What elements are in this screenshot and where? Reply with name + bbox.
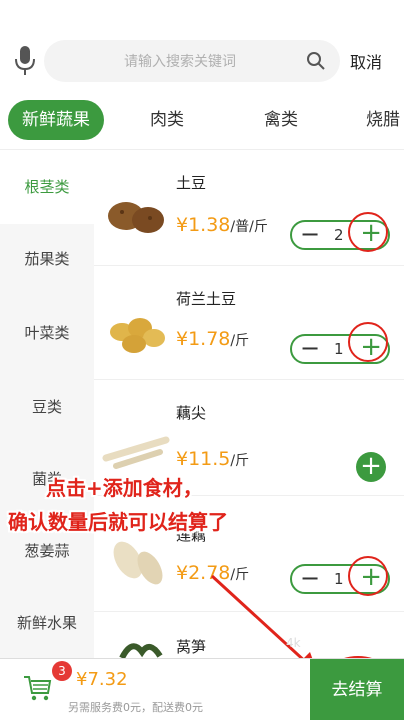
product-unit: /普/斤 bbox=[230, 219, 268, 235]
dutch-potato-image bbox=[110, 318, 165, 353]
tab-meat[interactable]: 肉类 bbox=[150, 100, 184, 140]
quantity-value: 2 bbox=[334, 226, 344, 244]
product-unit: /斤 bbox=[230, 567, 250, 583]
search-placeholder: 请输入搜索关键词 bbox=[124, 54, 236, 70]
fee-note: 另需服务费0元，配送费0元 bbox=[68, 701, 203, 714]
add-to-cart-button[interactable]: + bbox=[356, 452, 386, 482]
product-item[interactable]: 莴笋 bbox=[94, 612, 404, 658]
cart-total: ¥7.32 bbox=[76, 669, 128, 690]
decrease-button[interactable]: − bbox=[300, 334, 320, 362]
tab-poultry[interactable]: 禽类 bbox=[264, 100, 298, 140]
checkout-button[interactable]: 去结算 bbox=[310, 659, 404, 720]
potato-image bbox=[108, 202, 164, 233]
search-header: 请输入搜索关键词 取消 bbox=[0, 0, 404, 92]
product-item[interactable]: 荷兰土豆 ¥1.78/斤 − 1 + bbox=[94, 266, 404, 380]
cancel-button[interactable]: 取消 bbox=[350, 49, 382, 73]
lettuce-stem-image bbox=[119, 643, 163, 658]
highlight-ring bbox=[348, 556, 388, 596]
sidebar-item-fruit-veg[interactable]: 茄果类 bbox=[0, 248, 94, 269]
sidebar-item-leafy[interactable]: 叶菜类 bbox=[0, 322, 94, 343]
decrease-button[interactable]: − bbox=[300, 564, 320, 592]
instruction-line-1: 点击+添加食材， bbox=[46, 476, 203, 500]
lotus-root-image bbox=[113, 541, 163, 585]
subcategory-sidebar: 根茎类 茄果类 叶菜类 豆类 菌类 葱姜蒜 新鲜水果 bbox=[0, 150, 94, 658]
sidebar-item-fruit[interactable]: 新鲜水果 bbox=[0, 612, 94, 633]
decrease-button[interactable]: − bbox=[300, 220, 320, 248]
highlight-ring bbox=[348, 322, 388, 362]
watermark-text: 4k bbox=[286, 636, 301, 650]
product-name: 藕尖 bbox=[176, 404, 207, 422]
sidebar-item-root[interactable]: 根茎类 bbox=[0, 150, 94, 224]
tab-roast[interactable]: 烧腊 bbox=[366, 100, 400, 140]
product-price: ¥2.78/斤 bbox=[176, 562, 250, 584]
cart-badge: 3 bbox=[52, 661, 72, 681]
cart-icon[interactable] bbox=[22, 673, 52, 703]
microphone-icon[interactable] bbox=[14, 46, 36, 76]
cart-bar: 3 ¥7.32 另需服务费0元，配送费0元 去结算 bbox=[0, 658, 404, 720]
product-name: 荷兰土豆 bbox=[176, 290, 237, 308]
product-unit: /斤 bbox=[230, 333, 250, 349]
product-name: 莴笋 bbox=[176, 638, 207, 656]
product-price: ¥1.38/普/斤 bbox=[176, 214, 268, 236]
product-price: ¥1.78/斤 bbox=[176, 328, 250, 350]
sidebar-item-aromatics[interactable]: 葱姜蒜 bbox=[0, 540, 94, 561]
quantity-value: 1 bbox=[334, 570, 344, 588]
quantity-value: 1 bbox=[334, 340, 344, 358]
tab-fresh-produce[interactable]: 新鲜蔬果 bbox=[8, 100, 104, 140]
lotus-tip-image bbox=[102, 436, 170, 469]
product-name: 土豆 bbox=[176, 174, 207, 192]
highlight-ring bbox=[348, 212, 388, 252]
category-tabs: 新鲜蔬果 肉类 禽类 烧腊 bbox=[0, 92, 404, 150]
product-unit: /斤 bbox=[230, 453, 250, 469]
product-price: ¥11.5/斤 bbox=[176, 448, 250, 470]
instruction-line-2: 确认数量后就可以结算了 bbox=[8, 510, 228, 534]
search-icon[interactable] bbox=[306, 51, 326, 71]
sidebar-item-beans[interactable]: 豆类 bbox=[0, 396, 94, 417]
search-input[interactable]: 请输入搜索关键词 bbox=[44, 40, 340, 82]
